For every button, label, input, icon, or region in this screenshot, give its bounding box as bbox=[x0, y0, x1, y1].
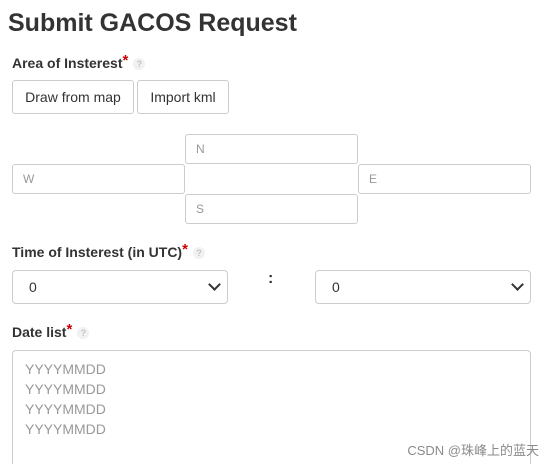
help-icon[interactable]: ? bbox=[133, 58, 146, 71]
minute-select-value: 0 bbox=[332, 279, 340, 295]
north-input[interactable]: N bbox=[185, 134, 358, 164]
help-icon[interactable]: ? bbox=[192, 247, 205, 260]
required-mark: * bbox=[122, 52, 129, 69]
minute-select[interactable]: 0 bbox=[315, 270, 531, 304]
date-list-label-text: Date list bbox=[12, 324, 67, 340]
time-label-text: Time of Insterest (in UTC) bbox=[12, 244, 183, 260]
chevron-down-icon bbox=[208, 278, 221, 291]
required-mark: * bbox=[182, 241, 188, 258]
import-kml-button[interactable]: Import kml bbox=[137, 80, 229, 114]
date-placeholder-line: YYYYMMDD bbox=[25, 421, 106, 437]
east-input[interactable]: E bbox=[358, 164, 531, 194]
date-placeholder-line: YYYYMMDD bbox=[25, 361, 106, 377]
required-mark: * bbox=[66, 321, 73, 338]
hour-select-value: 0 bbox=[29, 279, 37, 295]
west-input[interactable]: W bbox=[12, 164, 185, 194]
hour-select[interactable]: 0 bbox=[12, 270, 228, 304]
date-list-label: Date list*? bbox=[12, 321, 90, 341]
help-icon[interactable]: ? bbox=[77, 327, 90, 340]
gacos-request-page: Submit GACOS Request Area of Insterest*?… bbox=[0, 0, 553, 464]
area-label-text: Area of Insterest bbox=[12, 55, 123, 71]
area-label: Area of Insterest*? bbox=[12, 52, 146, 72]
time-separator: : bbox=[268, 270, 274, 287]
page-title: Submit GACOS Request bbox=[8, 9, 297, 37]
draw-from-map-button[interactable]: Draw from map bbox=[12, 80, 134, 114]
date-placeholder-line: YYYYMMDD bbox=[25, 381, 106, 397]
time-label: Time of Insterest (in UTC)*? bbox=[12, 241, 205, 261]
date-placeholder-line: YYYYMMDD bbox=[25, 401, 106, 417]
chevron-down-icon bbox=[511, 278, 524, 291]
south-input[interactable]: S bbox=[185, 194, 358, 224]
watermark: CSDN @珠峰上的蓝天 bbox=[407, 443, 539, 458]
